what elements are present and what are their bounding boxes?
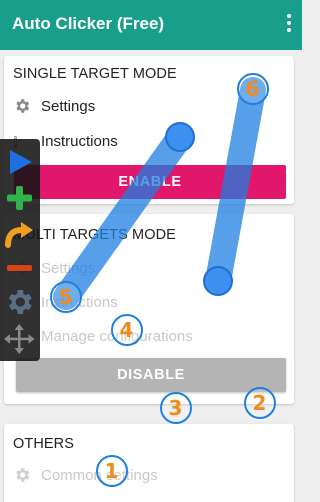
gear-icon bbox=[13, 466, 31, 484]
app-bar: Auto Clicker (Free) bbox=[0, 0, 302, 50]
play-icon[interactable] bbox=[2, 146, 36, 178]
single-target-title: SINGLE TARGET MODE bbox=[13, 66, 177, 82]
target-number: 5 bbox=[58, 285, 73, 309]
target-number: 3 bbox=[168, 396, 183, 420]
common-settings-row[interactable]: Common settings bbox=[13, 463, 158, 487]
target-number: 1 bbox=[104, 459, 119, 483]
target-number: 4 bbox=[119, 318, 134, 342]
others-card: OTHERS Common settings bbox=[4, 424, 294, 502]
click-target-3[interactable]: 3 bbox=[160, 392, 192, 424]
add-icon[interactable] bbox=[2, 182, 36, 214]
disable-button[interactable]: DISABLE bbox=[16, 358, 286, 392]
multi-target-card: MULTI TARGETS MODE Settings Instructions… bbox=[4, 214, 294, 404]
single-instructions-label: Instructions bbox=[41, 132, 118, 150]
gear-icon bbox=[13, 97, 31, 115]
redo-icon[interactable] bbox=[2, 218, 36, 250]
multi-settings-label: Settings bbox=[41, 259, 96, 277]
gear-icon[interactable] bbox=[2, 286, 36, 318]
app-title: Auto Clicker (Free) bbox=[12, 14, 165, 33]
enable-button[interactable]: ENABLE bbox=[14, 165, 286, 199]
remove-icon[interactable] bbox=[2, 252, 36, 284]
floating-control-panel bbox=[0, 139, 40, 361]
move-icon[interactable] bbox=[2, 323, 36, 355]
click-target-5[interactable]: 5 bbox=[50, 281, 82, 313]
others-title: OTHERS bbox=[13, 436, 75, 452]
click-target-4[interactable]: 4 bbox=[111, 314, 143, 346]
target-number: 2 bbox=[252, 391, 267, 415]
single-settings-row[interactable]: Settings bbox=[13, 94, 95, 118]
click-target-2[interactable]: 2 bbox=[244, 387, 276, 419]
click-target-1[interactable]: 1 bbox=[96, 455, 128, 487]
single-settings-label: Settings bbox=[41, 97, 96, 115]
click-target-6[interactable]: 6 bbox=[237, 73, 269, 105]
more-vert-icon[interactable] bbox=[284, 14, 294, 36]
target-number: 6 bbox=[245, 77, 260, 101]
